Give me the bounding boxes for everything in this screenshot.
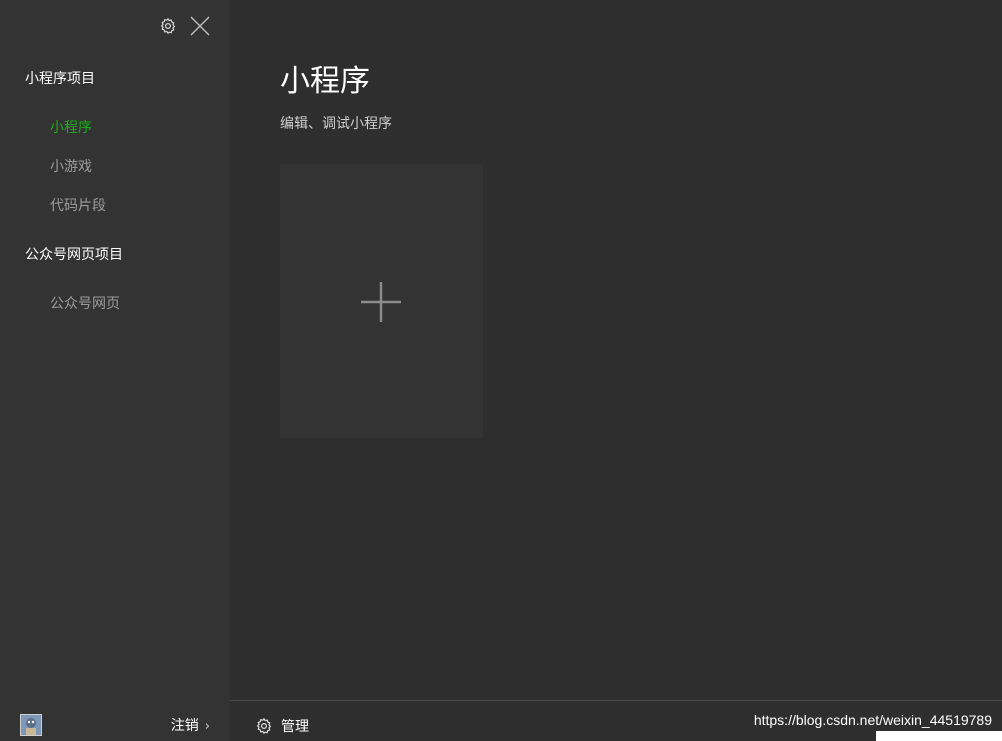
sidebar-top-controls bbox=[156, 12, 216, 40]
avatar-image bbox=[21, 715, 41, 735]
manage-button[interactable]: 管理 bbox=[255, 716, 309, 736]
sidebar: 小程序项目 小程序 小游戏 代码片段 公众号网页项目 公众号网页 注销 › bbox=[0, 0, 230, 741]
watermark-url: https://blog.csdn.net/weixin_44519789 bbox=[753, 712, 992, 728]
manage-label: 管理 bbox=[281, 719, 309, 735]
main-content: 小程序 编辑、调试小程序 bbox=[230, 0, 1002, 700]
sidebar-bottom-bar: 注销 › bbox=[0, 702, 230, 741]
logout-label: 注销 bbox=[170, 718, 199, 734]
gear-icon[interactable] bbox=[159, 17, 177, 35]
sidebar-item-official-account-web[interactable]: 公众号网页 bbox=[50, 293, 120, 313]
app-window: 小程序项目 小程序 小游戏 代码片段 公众号网页项目 公众号网页 注销 › 小程序… bbox=[0, 0, 1002, 741]
avatar[interactable] bbox=[20, 714, 42, 736]
sidebar-item-code-snippet[interactable]: 代码片段 bbox=[50, 195, 106, 215]
logout-button[interactable]: 注销 › bbox=[171, 715, 210, 735]
section-title-miniprogram-projects: 小程序项目 bbox=[25, 71, 95, 87]
close-icon[interactable] bbox=[189, 15, 211, 37]
sidebar-item-minigame[interactable]: 小游戏 bbox=[50, 156, 92, 176]
corner-artifact bbox=[876, 731, 1002, 741]
plus-icon bbox=[361, 282, 401, 322]
page-subtitle: 编辑、调试小程序 bbox=[280, 116, 392, 132]
sidebar-item-miniprogram[interactable]: 小程序 bbox=[50, 117, 92, 137]
chevron-right-icon: › bbox=[204, 719, 210, 734]
page-title: 小程序 bbox=[280, 64, 370, 99]
gear-icon bbox=[256, 717, 272, 734]
section-title-official-account-projects: 公众号网页项目 bbox=[25, 247, 123, 263]
create-project-card[interactable] bbox=[280, 164, 483, 438]
